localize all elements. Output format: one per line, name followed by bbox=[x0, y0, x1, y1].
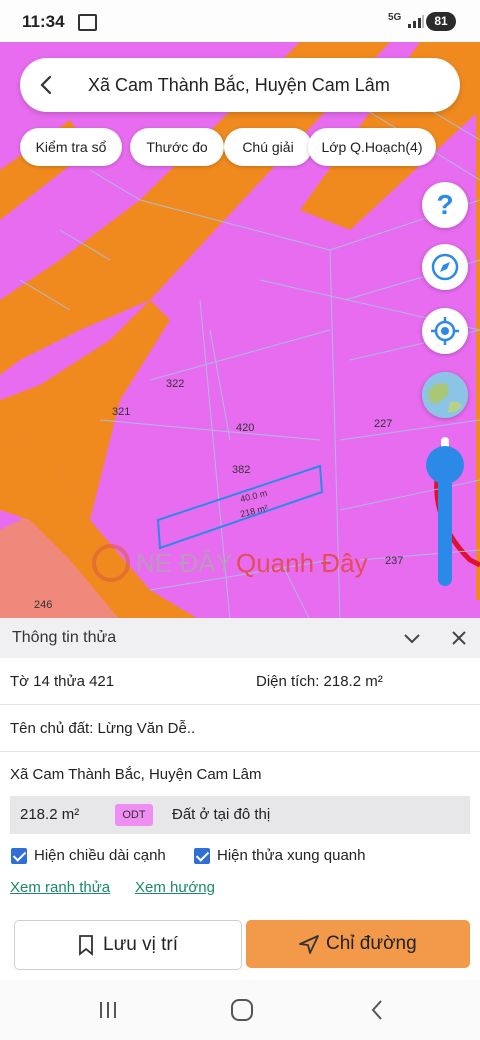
battery-indicator: 81 bbox=[426, 12, 456, 31]
land-use-type: Đất ở tại đô thị bbox=[172, 806, 271, 823]
parcel-address: Xã Cam Thành Bắc, Huyện Cam Lâm bbox=[10, 766, 262, 783]
back-icon[interactable] bbox=[366, 998, 390, 1022]
panel-title: Thông tin thửa bbox=[12, 629, 117, 646]
satellite-layer-button[interactable] bbox=[422, 372, 468, 418]
compass-icon bbox=[431, 253, 459, 281]
parcel-label: 246 bbox=[34, 599, 53, 611]
locate-icon bbox=[431, 317, 459, 345]
parcel-label: 382 bbox=[232, 464, 251, 476]
location-title: Xã Cam Thành Bắc, Huyện Cam Lâm bbox=[88, 75, 390, 95]
check-book-chip[interactable]: Kiểm tra sổ bbox=[20, 128, 122, 166]
owner-row: Tên chủ đất: Lừng Văn Dễ.. bbox=[0, 705, 480, 752]
svg-text:?: ? bbox=[436, 189, 453, 220]
directions-button[interactable]: Chỉ đường bbox=[246, 920, 470, 968]
owner-name: Tên chủ đất: Lừng Văn Dễ.. bbox=[10, 720, 196, 737]
neighbor-parcels-label: Hiện thửa xung quanh bbox=[217, 847, 366, 864]
chevron-down-icon[interactable] bbox=[402, 628, 422, 648]
recent-apps-icon[interactable] bbox=[96, 998, 120, 1022]
home-icon[interactable] bbox=[229, 997, 255, 1023]
save-location-label: Lưu vị trí bbox=[103, 934, 179, 955]
network-type: 5G bbox=[388, 12, 402, 23]
screenshot-icon bbox=[78, 14, 97, 31]
edge-length-checkbox[interactable] bbox=[11, 848, 27, 864]
watermark-logo-icon bbox=[92, 544, 130, 582]
view-boundary-link[interactable]: Xem ranh thửa bbox=[10, 879, 110, 896]
close-icon[interactable] bbox=[449, 628, 469, 648]
area-value: Diện tích: 218.2 m² bbox=[256, 673, 383, 690]
sheet-parcel-number: Tờ 14 thửa 421 bbox=[10, 673, 115, 690]
location-search-bar[interactable]: Xã Cam Thành Bắc, Huyện Cam Lâm bbox=[20, 58, 460, 112]
help-button[interactable]: ? bbox=[422, 182, 468, 228]
signal-icon bbox=[408, 15, 424, 28]
status-bar: 11:34 5G 81 bbox=[0, 0, 480, 42]
planning-layer-chip[interactable]: Lớp Q.Hoạch(4) bbox=[308, 128, 436, 166]
parcel-id-row: Tờ 14 thửa 421 Diện tích: 218.2 m² bbox=[0, 658, 480, 705]
edge-length-label: Hiện chiều dài cạnh bbox=[34, 847, 166, 864]
compass-button[interactable] bbox=[422, 244, 468, 290]
neighbor-parcels-checkbox[interactable] bbox=[194, 848, 210, 864]
measure-chip[interactable]: Thước đo bbox=[130, 128, 224, 166]
directions-label: Chỉ đường bbox=[326, 933, 417, 954]
parcel-label: 227 bbox=[374, 418, 393, 430]
land-area: 218.2 m² bbox=[20, 806, 80, 823]
back-arrow-icon[interactable] bbox=[34, 72, 60, 98]
parcel-label: 420 bbox=[236, 422, 255, 434]
watermark-text-right: Quanh Đây bbox=[236, 548, 368, 578]
parcel-label: 322 bbox=[166, 378, 185, 390]
status-time: 11:34 bbox=[22, 12, 65, 31]
globe-icon bbox=[422, 372, 468, 418]
system-nav-bar bbox=[0, 980, 480, 1040]
my-location-button[interactable] bbox=[422, 308, 468, 354]
land-code-badge: ODT bbox=[115, 804, 153, 826]
bookmark-icon bbox=[79, 935, 93, 956]
panel-header: Thông tin thửa bbox=[0, 618, 480, 658]
legend-chip[interactable]: Chú giải bbox=[224, 128, 312, 166]
save-location-button[interactable]: Lưu vị trí bbox=[14, 920, 242, 970]
zoom-slider-thumb[interactable] bbox=[426, 446, 464, 484]
view-direction-link[interactable]: Xem hướng bbox=[135, 879, 215, 896]
send-arrow-icon bbox=[299, 935, 319, 954]
watermark: NE ĐÂY Quanh Đây bbox=[92, 544, 392, 584]
parcel-label: 321 bbox=[112, 406, 131, 418]
help-icon: ? bbox=[436, 189, 453, 220]
watermark-text-left: NE ĐÂY bbox=[136, 548, 233, 578]
